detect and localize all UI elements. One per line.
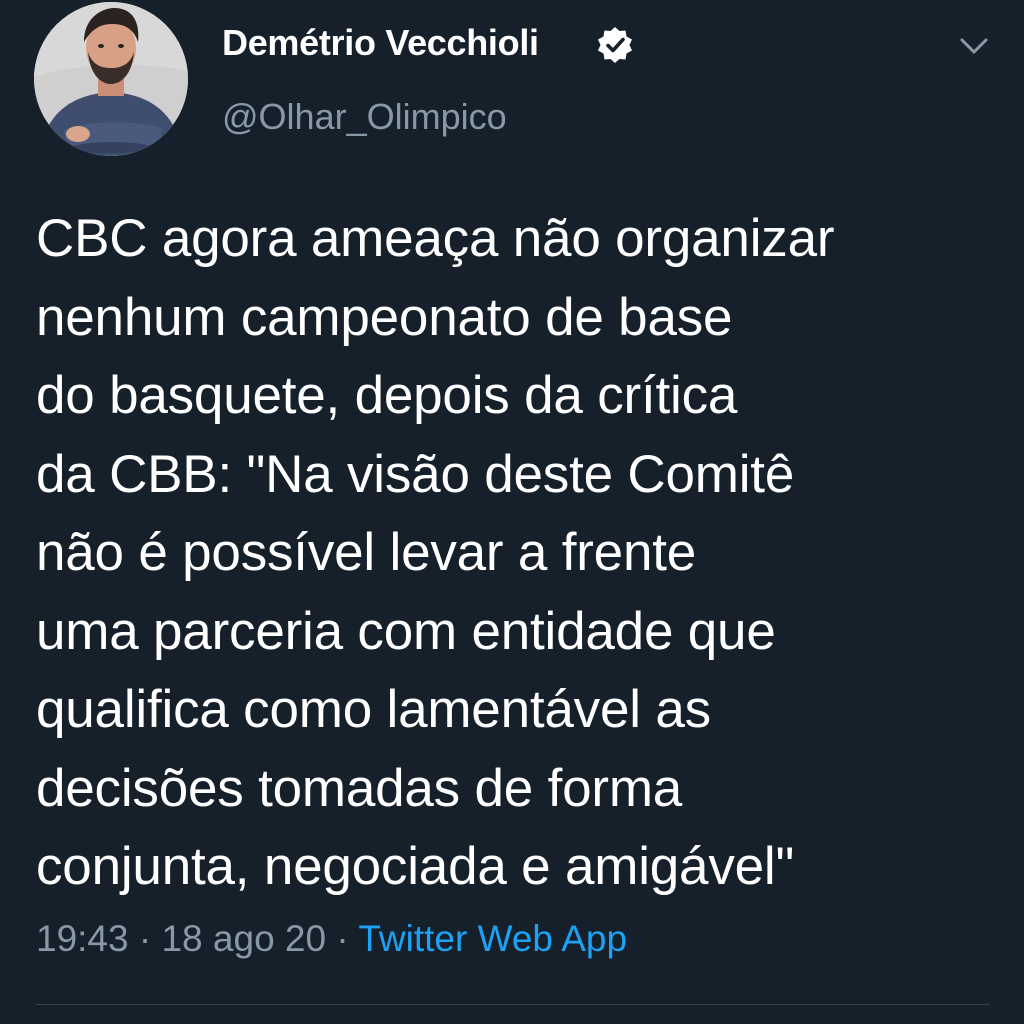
meta-separator: ·	[138, 918, 152, 959]
tweet-text-line: CBC agora ameaça não organizar	[36, 209, 835, 268]
tweet-source-link[interactable]: Twitter Web App	[358, 918, 627, 959]
tweet-text-line: não é possível levar a frente	[36, 523, 697, 582]
author-handle[interactable]: @Olhar_Olimpico	[222, 96, 507, 138]
tweet-text-line: uma parceria com entidade que	[36, 601, 776, 661]
verified-badge-icon	[598, 27, 632, 63]
tweet-text-line: do basquete, depois da crítica	[36, 366, 738, 425]
tweet-text-line: nenhum campeonato de base	[36, 287, 733, 347]
profile-photo-icon	[34, 2, 188, 156]
meta-separator: ·	[336, 918, 349, 959]
tweet-meta: 19:43 · 18 ago 20 · Twitter Web App	[36, 918, 627, 960]
tweet-text-line: conjunta, negociada e amigável"	[36, 837, 795, 896]
divider	[36, 1004, 990, 1005]
avatar[interactable]	[34, 2, 188, 156]
tweet-time[interactable]: 19:43	[36, 918, 129, 959]
chevron-down-icon[interactable]	[956, 28, 992, 64]
tweet-text-line: da CBB: "Na visão deste Comitê	[36, 444, 795, 504]
tweet-date[interactable]: 18 ago 20	[161, 918, 326, 959]
tweet-text: CBC agora ameaça não organizar nenhum ca…	[36, 200, 996, 907]
tweet-text-line: qualifica como lamentável as	[36, 680, 711, 739]
author-display-name[interactable]: Demétrio Vecchioli	[222, 22, 539, 64]
tweet-text-line: decisões tomadas de forma	[36, 758, 683, 818]
